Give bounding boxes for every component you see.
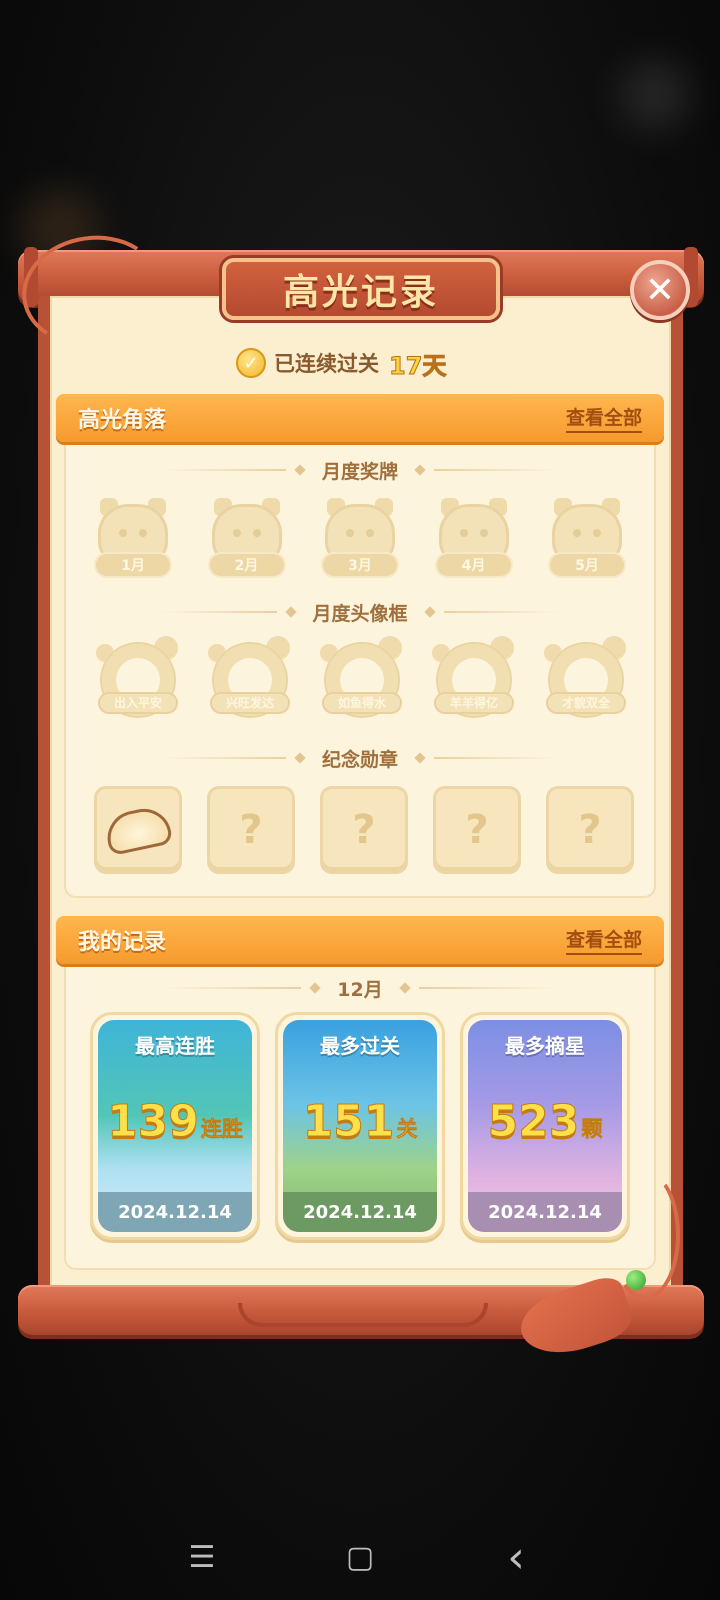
records-header: 我的记录 查看全部 [56, 916, 664, 964]
badges-heading-label: 纪念勋章 [322, 748, 399, 771]
close-button[interactable]: ✕ [630, 260, 690, 320]
card-art: 最高连胜 139连胜 2024.12.14 [98, 1020, 252, 1232]
close-icon: ✕ [644, 269, 676, 311]
medal-month: 2月 [207, 552, 286, 578]
badges-heading: 纪念勋章 [160, 744, 561, 772]
frame-label: 羊羊得亿 [434, 692, 514, 714]
divider-line [434, 757, 561, 759]
card-value: 139连胜 [98, 1096, 252, 1148]
medal-lion[interactable]: 3月 [317, 498, 403, 584]
divider-dot [294, 752, 306, 764]
medal-month: 1月 [94, 552, 172, 578]
medal-dog[interactable]: 2月 [204, 498, 290, 584]
page-title: 高光记录 [282, 272, 439, 313]
card-number: 523 [487, 1096, 580, 1148]
frames-heading-label: 月度头像框 [312, 602, 408, 625]
highlights-title: 高光角落 [78, 408, 167, 433]
medal-month: 5月 [548, 552, 626, 578]
divider-line [160, 469, 286, 471]
frames-row: 出入平安 兴旺发达 如鱼得水 羊羊得亿 才貌双全 [92, 634, 632, 726]
frame-label: 兴旺发达 [210, 692, 290, 714]
medal-month: 4月 [434, 552, 513, 578]
medals-heading: 月度奖牌 [160, 456, 561, 484]
divider-line [160, 987, 302, 989]
records-month-heading: 12月 [160, 974, 561, 1002]
divider-line [418, 987, 561, 989]
records-month-label: 12月 [337, 978, 383, 1001]
card-unit: 颗 [581, 1117, 603, 1142]
card-date: 2024.12.14 [283, 1192, 437, 1232]
avatar-frame[interactable]: 兴旺发达 [204, 634, 296, 726]
badge-slot-locked[interactable]: ? [207, 786, 295, 874]
back-icon[interactable]: ‹ [486, 1532, 546, 1583]
frames-heading: 月度头像框 [160, 598, 561, 626]
dumpling-badge-icon [102, 803, 174, 857]
badge-slot-locked[interactable]: ? [433, 786, 521, 874]
divider-dot [309, 982, 321, 994]
badges-row: ? ? ? ? [94, 786, 634, 874]
card-title: 最多摘星 [505, 1034, 585, 1058]
streak-days: 17天 [388, 351, 447, 380]
card-date: 2024.12.14 [468, 1192, 622, 1232]
rod-cord [238, 1303, 488, 1327]
jade-bead-icon [626, 1270, 646, 1290]
page-title-plaque: 高光记录 [222, 258, 500, 320]
avatar-frame[interactable]: 出入平安 [92, 634, 184, 726]
avatar-frame[interactable]: 如鱼得水 [316, 634, 408, 726]
card-art: 最多过关 151关 2024.12.14 [283, 1020, 437, 1232]
home-icon[interactable]: ▢ [330, 1532, 390, 1582]
divider-line [160, 757, 286, 759]
records-title: 我的记录 [78, 930, 167, 955]
system-nav-bar: ☰ ▢ ‹ [0, 1520, 720, 1600]
menu-icon[interactable]: ☰ [172, 1532, 232, 1582]
card-title: 最高连胜 [135, 1034, 215, 1058]
streak-summary: ✓ 已连续过关 17天 [236, 345, 447, 381]
frame-label: 如鱼得水 [322, 692, 402, 714]
streak-text: 已连续过关 [274, 352, 379, 376]
card-number: 151 [302, 1096, 395, 1148]
medal-pig[interactable]: 1月 [90, 498, 176, 584]
divider-line [160, 611, 277, 613]
record-card-stars[interactable]: 最多摘星 523颗 2024.12.14 [460, 1012, 630, 1240]
highlights-header: 高光角落 查看全部 [56, 394, 664, 442]
frame-label: 才貌双全 [546, 692, 626, 714]
record-card-win-streak[interactable]: 最高连胜 139连胜 2024.12.14 [90, 1012, 260, 1240]
medal-month: 3月 [321, 552, 399, 578]
card-value: 151关 [283, 1096, 437, 1148]
card-unit: 连胜 [200, 1117, 244, 1142]
card-number: 139 [107, 1096, 200, 1148]
medals-row: 1月 2月 3月 4月 5月 [90, 498, 630, 584]
card-art: 最多摘星 523颗 2024.12.14 [468, 1020, 622, 1232]
records-view-all-link[interactable]: 查看全部 [565, 925, 642, 955]
check-coin-icon: ✓ [236, 348, 266, 378]
card-date: 2024.12.14 [98, 1192, 252, 1232]
divider-dot [423, 606, 436, 618]
divider-dot [284, 606, 297, 618]
divider-dot [399, 982, 411, 994]
medal-cat[interactable]: 5月 [544, 498, 630, 584]
divider-dot [414, 464, 426, 476]
record-card-levels[interactable]: 最多过关 151关 2024.12.14 [275, 1012, 445, 1240]
background-glow [620, 60, 690, 130]
tassel-fringe [513, 1272, 637, 1366]
badge-slot[interactable] [94, 786, 182, 874]
card-value: 523颗 [468, 1096, 622, 1148]
badge-slot-locked[interactable]: ? [546, 786, 634, 874]
divider-dot [294, 464, 306, 476]
avatar-frame[interactable]: 才貌双全 [540, 634, 632, 726]
frame-label: 出入平安 [98, 692, 178, 714]
badge-slot-locked[interactable]: ? [320, 786, 408, 874]
divider-line [434, 469, 561, 471]
avatar-frame[interactable]: 羊羊得亿 [428, 634, 520, 726]
highlights-view-all-link[interactable]: 查看全部 [565, 403, 642, 433]
medals-heading-label: 月度奖牌 [322, 460, 399, 483]
divider-line [443, 611, 561, 613]
card-title: 最多过关 [320, 1034, 400, 1058]
card-unit: 关 [396, 1117, 418, 1142]
divider-dot [414, 752, 426, 764]
medal-lamb[interactable]: 4月 [431, 498, 517, 584]
